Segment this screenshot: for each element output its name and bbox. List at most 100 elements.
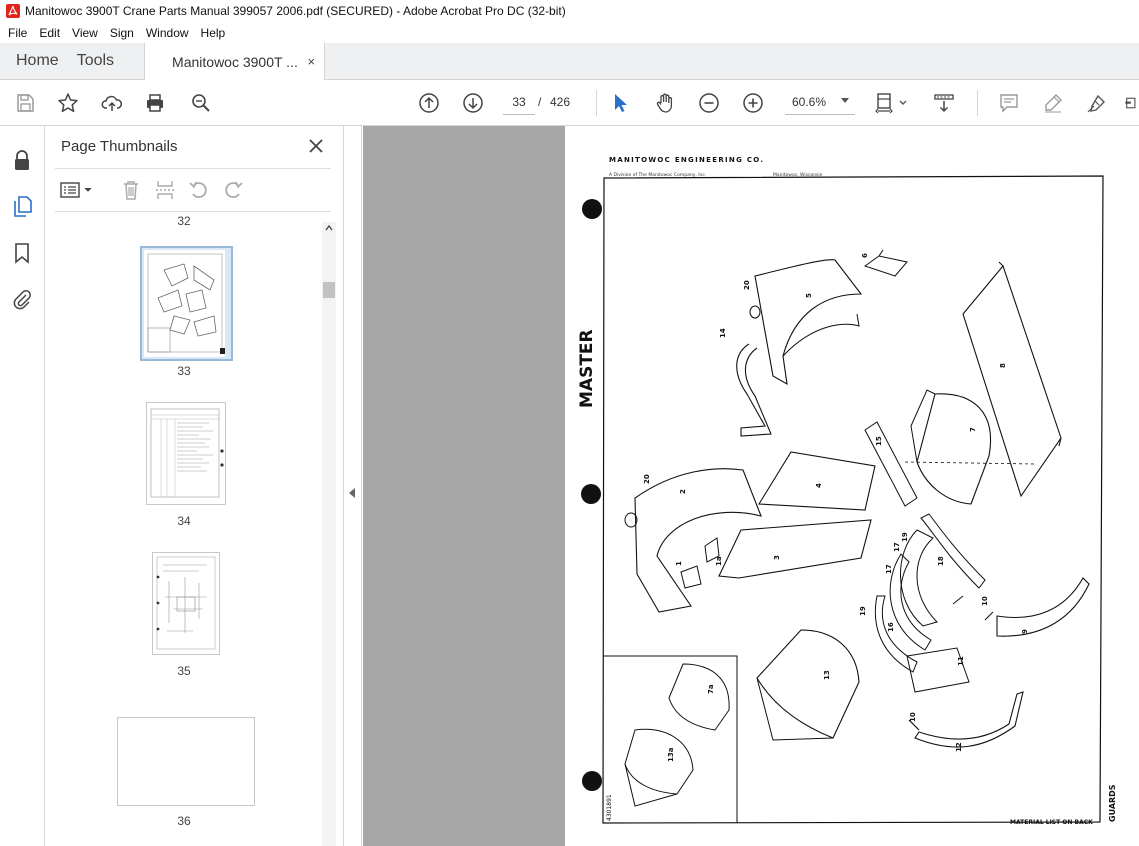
- previous-page-button[interactable]: [416, 90, 442, 116]
- thumbnail-page-35[interactable]: [152, 552, 220, 655]
- material-list-note: MATERIAL LIST ON BACK: [1010, 819, 1093, 826]
- window-title: Manitowoc 3900T Crane Parts Manual 39905…: [25, 4, 566, 18]
- callout-17-mid: 17: [885, 564, 893, 574]
- scrollbar-thumb[interactable]: [323, 282, 335, 298]
- callout-14: 14: [719, 328, 727, 338]
- print-button[interactable]: [142, 90, 168, 116]
- thumbnail-preview: [150, 408, 224, 498]
- menu-edit[interactable]: Edit: [35, 26, 64, 40]
- tab-tools[interactable]: Tools: [75, 43, 130, 79]
- document-viewport[interactable]: MANITOWOC ENGINEERING CO. A Division of …: [363, 126, 1139, 846]
- callout-20-top: 20: [743, 280, 751, 290]
- guards-title: GUARDS: [1108, 784, 1117, 822]
- callout-12: 12: [955, 742, 963, 752]
- pen-sign-icon: [1087, 94, 1105, 113]
- zoom-in-button[interactable]: [740, 90, 766, 116]
- next-page-button[interactable]: [460, 90, 486, 116]
- hand-tool-button[interactable]: [652, 90, 678, 116]
- callout-17-top: 17: [893, 542, 901, 552]
- thumbnail-options-button[interactable]: [59, 178, 95, 202]
- attachments-button[interactable]: [10, 287, 34, 311]
- insert-pages-button[interactable]: [153, 178, 177, 202]
- parts-drawing: MANITOWOC ENGINEERING CO. A Division of …: [577, 156, 1117, 826]
- callout-8: 8: [999, 363, 1007, 368]
- menu-sign[interactable]: Sign: [106, 26, 138, 40]
- callout-13a: 13a: [667, 747, 675, 762]
- delete-pages-button[interactable]: [119, 178, 143, 202]
- printer-icon: [147, 94, 163, 112]
- callout-1: 1: [675, 561, 683, 566]
- lock-icon: [15, 150, 29, 170]
- cloud-upload-icon: [101, 95, 122, 111]
- page-thumbnails-panel: Page Thumbnails 32 33 34 35 36: [45, 126, 344, 846]
- callout-16: 16: [887, 622, 895, 632]
- panel-title: Page Thumbnails: [61, 138, 178, 155]
- thumbnail-label-32: 32: [177, 214, 191, 228]
- fit-page-button[interactable]: [874, 90, 912, 116]
- page-thumbnails-button[interactable]: [10, 194, 34, 218]
- comment-icon: [1000, 94, 1018, 113]
- arrow-up-circle-icon: [419, 93, 439, 113]
- redact-icon: [1125, 97, 1136, 109]
- callout-5: 5: [805, 293, 813, 298]
- insert-pages-icon: [156, 181, 174, 199]
- thumbnail-list: 32 33 34 35 36: [45, 212, 323, 846]
- scroll-up-icon[interactable]: [325, 224, 333, 232]
- callout-13: 13: [823, 670, 831, 680]
- highlight-button[interactable]: [1040, 90, 1066, 116]
- callout-19-top: 19: [901, 532, 909, 542]
- tab-document[interactable]: Manitowoc 3900T ... ×: [144, 43, 326, 80]
- bookmarks-button[interactable]: [10, 241, 34, 265]
- document-page: MANITOWOC ENGINEERING CO. A Division of …: [565, 126, 1139, 846]
- collapse-panel-icon[interactable]: [349, 488, 355, 498]
- options-menu-icon: [60, 182, 92, 198]
- zoom-level-dropdown[interactable]: 60.6%: [785, 90, 855, 115]
- sign-button[interactable]: [1084, 90, 1110, 116]
- menu-file[interactable]: File: [4, 26, 31, 40]
- star-icon: [58, 93, 78, 113]
- bookmark-star-button[interactable]: [55, 90, 81, 116]
- callout-1a: 1a: [715, 556, 723, 566]
- thumbnail-scrollbar[interactable]: [322, 222, 336, 846]
- thumbnail-page-34[interactable]: [146, 402, 226, 505]
- thumbnail-page-33[interactable]: [140, 246, 233, 361]
- panel-collapse-strip[interactable]: [344, 126, 362, 846]
- zoom-level-value: 60.6%: [792, 95, 827, 109]
- rotate-right-button[interactable]: [221, 178, 245, 202]
- callout-4: 4: [815, 483, 823, 488]
- minus-circle-icon: [699, 93, 719, 113]
- callout-10-right: 10: [981, 596, 989, 606]
- comment-button[interactable]: [996, 90, 1022, 116]
- menu-help[interactable]: Help: [197, 26, 230, 40]
- callout-9: 9: [1021, 629, 1029, 634]
- page-number-input[interactable]: [503, 90, 535, 115]
- chevron-down-icon: [841, 98, 849, 103]
- zoom-search-icon: [192, 94, 210, 112]
- thumbnail-label-34: 34: [177, 514, 191, 528]
- acrobat-app-icon: [6, 4, 20, 18]
- tab-home[interactable]: Home: [0, 43, 75, 79]
- save-button[interactable]: [12, 90, 38, 116]
- select-tool-button[interactable]: [607, 90, 633, 116]
- callout-11: 11: [957, 656, 965, 666]
- fit-page-icon: [875, 93, 907, 114]
- save-icon: [17, 94, 34, 112]
- callout-18: 18: [937, 556, 945, 566]
- security-button[interactable]: [10, 148, 34, 172]
- find-button[interactable]: [188, 90, 214, 116]
- close-icon[interactable]: [307, 137, 325, 155]
- zoom-out-button[interactable]: [696, 90, 722, 116]
- trash-icon: [124, 181, 138, 200]
- callout-3: 3: [773, 555, 781, 560]
- more-tools-button[interactable]: [1124, 90, 1139, 116]
- tab-close-icon[interactable]: ×: [307, 54, 315, 69]
- thumbnail-page-36[interactable]: [117, 717, 255, 806]
- rotate-left-button[interactable]: [187, 178, 211, 202]
- left-navigation-rail: [0, 126, 45, 846]
- title-bar: Manitowoc 3900T Crane Parts Manual 39905…: [0, 0, 1139, 22]
- callout-19-left: 19: [859, 606, 867, 616]
- menu-window[interactable]: Window: [142, 26, 193, 40]
- upload-button[interactable]: [99, 90, 125, 116]
- menu-view[interactable]: View: [68, 26, 102, 40]
- scroll-mode-button[interactable]: [930, 90, 958, 116]
